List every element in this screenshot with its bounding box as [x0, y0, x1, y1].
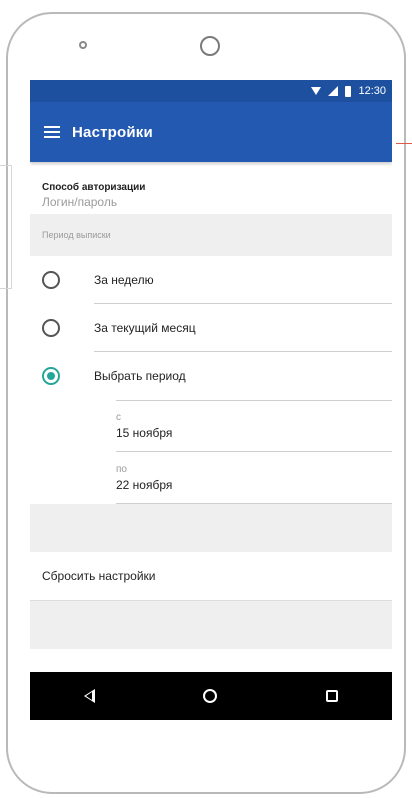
date-to-label: по: [116, 464, 127, 475]
wifi-icon: [311, 87, 322, 95]
app-bar: Настройки: [30, 102, 392, 162]
radio-current-month[interactable]: [42, 319, 60, 337]
page-title: Настройки: [72, 123, 153, 141]
option-current-month[interactable]: За текущий месяц: [30, 304, 392, 352]
phone-screen: 12:30 Настройки Способ авторизации Логин…: [30, 80, 392, 720]
date-from-label: с: [116, 412, 121, 423]
battery-icon: [345, 85, 352, 97]
hamburger-menu-icon[interactable]: [44, 126, 60, 138]
status-bar: 12:30: [30, 80, 392, 102]
option-week[interactable]: За неделю: [30, 256, 392, 304]
option-week-label: За неделю: [94, 273, 154, 287]
date-from-value: 15 ноября: [116, 426, 173, 440]
camera-icon: [200, 36, 220, 56]
date-to-value: 22 ноября: [116, 478, 173, 492]
option-custom-period-label: Выбрать период: [94, 369, 186, 383]
date-from[interactable]: с 15 ноября: [30, 400, 392, 452]
signal-icon: [328, 86, 339, 96]
home-icon[interactable]: [203, 689, 218, 703]
navigation-bar: [30, 672, 392, 720]
divider: [116, 503, 392, 504]
auth-method-setting[interactable]: Способ авторизации Логин/пароль: [30, 162, 392, 214]
statement-period-header: Период выписки: [30, 214, 392, 256]
status-time: 12:30: [358, 85, 386, 97]
annotation-bracket: [0, 165, 12, 289]
radio-custom-period[interactable]: [42, 367, 60, 385]
annotation-line: [396, 143, 412, 144]
section-spacer: [30, 504, 392, 552]
auth-method-label: Способ авторизации: [42, 182, 146, 193]
section-spacer: [30, 601, 392, 649]
option-custom-period[interactable]: Выбрать период: [30, 352, 392, 400]
auth-method-value: Логин/пароль: [42, 195, 118, 209]
recent-apps-icon[interactable]: [325, 690, 338, 702]
date-to[interactable]: по 22 ноября: [30, 452, 392, 504]
sensor-dot: [79, 41, 87, 49]
reset-settings-button[interactable]: Сбросить настройки: [30, 552, 392, 601]
divider: [116, 400, 392, 401]
back-icon[interactable]: [84, 689, 96, 703]
option-current-month-label: За текущий месяц: [94, 321, 196, 335]
radio-week[interactable]: [42, 271, 60, 289]
